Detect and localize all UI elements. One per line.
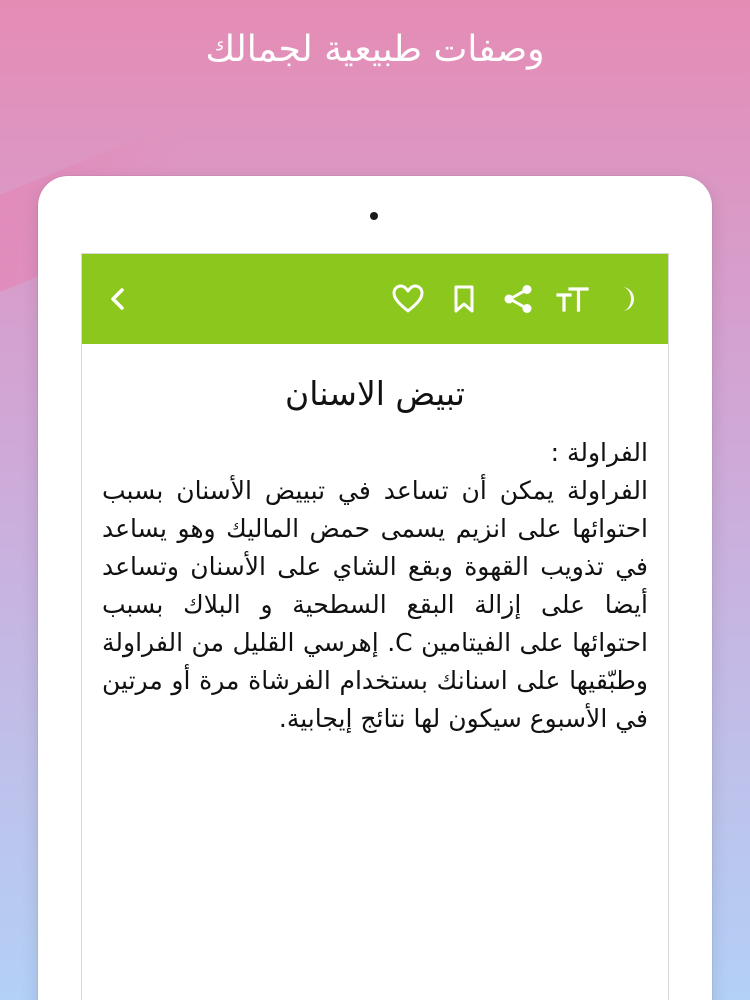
app-screen: تبيض الاسنان الفراولة : الفراولة يمكن أن…: [81, 253, 669, 1000]
night-mode-button[interactable]: [608, 279, 648, 319]
article-body: الفراولة : الفراولة يمكن أن تساعد في تبي…: [102, 434, 648, 738]
share-button[interactable]: [498, 279, 538, 319]
promo-title: وصفات طبيعية لجمالك: [205, 29, 545, 70]
toolbar: [82, 254, 668, 344]
article-title: تبيض الاسنان: [285, 374, 465, 413]
tablet-frame: تبيض الاسنان الفراولة : الفراولة يمكن أن…: [38, 176, 712, 1000]
bookmark-button[interactable]: [444, 279, 484, 319]
heart-icon: [392, 284, 424, 313]
font-size-icon: [556, 287, 589, 312]
back-chevron-icon: [111, 288, 124, 310]
tablet-camera: [370, 212, 378, 220]
back-button[interactable]: [98, 279, 138, 319]
night-mode-moon-icon: [622, 287, 634, 311]
article-heading: الفراولة :: [550, 438, 648, 467]
share-icon: [504, 285, 532, 313]
article-paragraph: الفراولة يمكن أن تساعد في تبييض الأسنان …: [102, 476, 648, 733]
font-size-button[interactable]: [552, 279, 592, 319]
favorite-button[interactable]: [388, 279, 428, 319]
bookmark-icon: [454, 285, 474, 313]
